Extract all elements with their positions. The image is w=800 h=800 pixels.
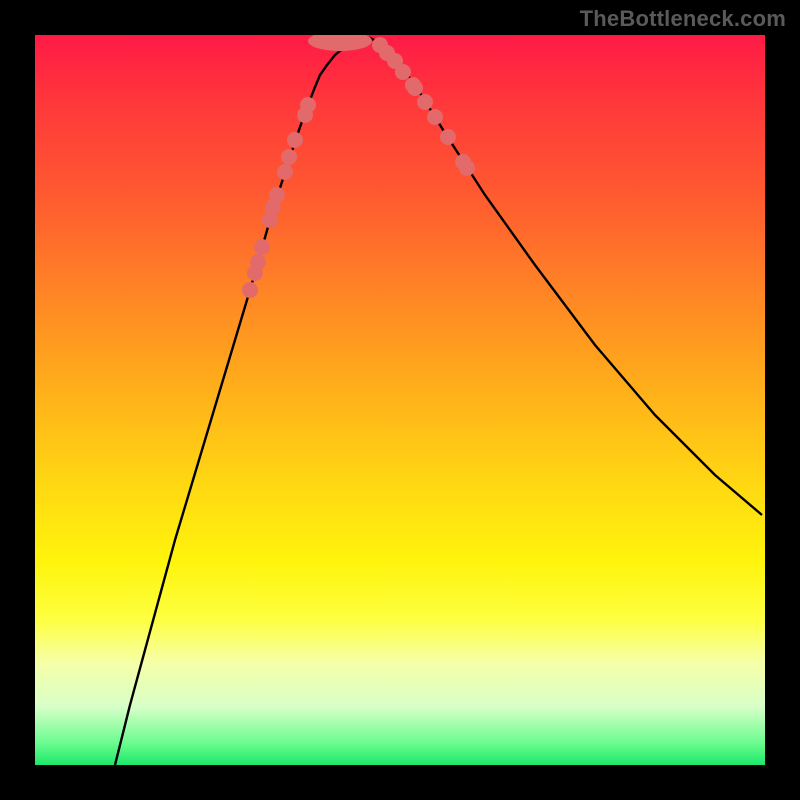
marker-pill [308,35,372,51]
marker-dot [277,164,293,180]
marker-dot [417,94,433,110]
marker-dot [440,129,456,145]
marker-dot [269,187,285,203]
marker-dot [254,239,270,255]
marker-dot [459,160,475,176]
marker-dot [281,149,297,165]
chart-plot-area [35,35,765,765]
marker-dot [300,97,316,113]
chart-frame: TheBottleneck.com [0,0,800,800]
marker-dot [242,282,258,298]
marker-dot [407,80,423,96]
marker-dot [250,254,266,270]
marker-dot [427,109,443,125]
marker-dot [287,132,303,148]
marker-dot [395,64,411,80]
bottleneck-curve [115,38,762,765]
watermark-text: TheBottleneck.com [580,6,786,32]
marker-layer [242,35,475,298]
bottleneck-curve-svg [35,35,765,765]
